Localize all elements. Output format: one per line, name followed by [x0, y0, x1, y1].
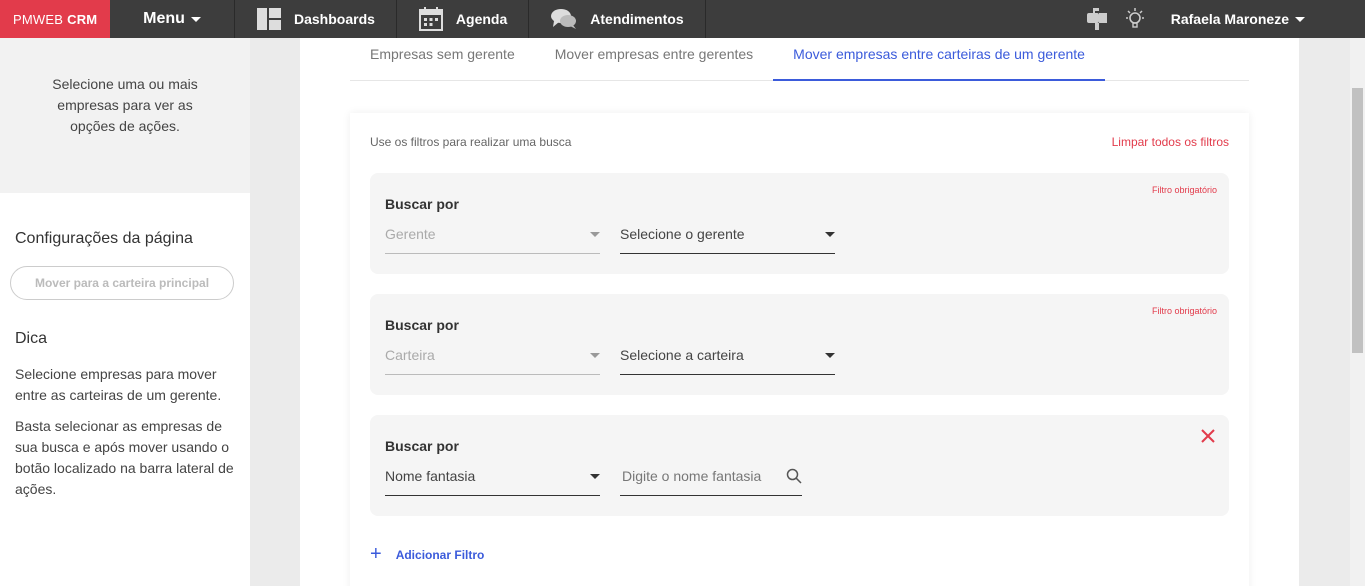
- top-right-area: Rafaela Maroneze: [1073, 0, 1365, 38]
- mailbox-icon[interactable]: [1083, 5, 1111, 33]
- field-select-gerente[interactable]: Gerente: [385, 220, 600, 254]
- top-bar: PMWEB CRM Menu Dashboards Agenda Atendim…: [0, 0, 1365, 38]
- page-config-title: Configurações da página: [15, 230, 193, 247]
- nav-atendimentos-label: Atendimentos: [590, 11, 684, 27]
- clear-filters-link[interactable]: Limpar todos os filtros: [1112, 135, 1229, 149]
- scrollbar-thumb[interactable]: [1352, 88, 1363, 353]
- user-menu[interactable]: Rafaela Maroneze: [1171, 11, 1305, 27]
- dashboard-icon: [257, 8, 281, 30]
- move-to-main-wallet-button[interactable]: Mover para a carteira principal: [10, 266, 234, 300]
- gerente-select[interactable]: Selecione o gerente: [620, 220, 835, 254]
- user-name: Rafaela Maroneze: [1170, 11, 1289, 27]
- plus-icon: +: [370, 543, 382, 565]
- required-filter-note: Filtro obrigatório: [1151, 306, 1217, 316]
- tip-paragraph-2: Basta selecionar as empresas de sua busc…: [15, 418, 234, 497]
- filter-box-nome-fantasia: Buscar por Nome fantasia Digite o nome f…: [370, 415, 1229, 516]
- filter-box-carteira: Buscar por Filtro obrigatório Carteira S…: [370, 294, 1229, 395]
- carteira-select[interactable]: Selecione a carteira: [620, 341, 835, 375]
- filter-box-gerente: Buscar por Filtro obrigatório Gerente Se…: [370, 173, 1229, 274]
- search-by-label: Buscar por: [385, 317, 459, 333]
- field-select-carteira[interactable]: Carteira: [385, 341, 600, 375]
- menu-button[interactable]: Menu: [110, 0, 235, 38]
- nome-fantasia-input[interactable]: Digite o nome fantasia: [620, 462, 802, 496]
- brand-logo[interactable]: PMWEB CRM: [0, 0, 110, 38]
- nav-atendimentos[interactable]: Atendimentos: [529, 0, 706, 38]
- field-select-value: Carteira: [385, 346, 435, 363]
- nav-agenda-label: Agenda: [455, 11, 508, 27]
- calendar-icon: [418, 7, 443, 31]
- nome-fantasia-placeholder: Digite o nome fantasia: [622, 467, 762, 484]
- tab-mover-entre-gerentes[interactable]: Mover empresas entre gerentes: [535, 38, 773, 80]
- dropdown-arrow-icon: [590, 232, 600, 237]
- chevron-down-icon: [190, 16, 201, 22]
- tip-title: Dica: [15, 330, 48, 347]
- tip-paragraph-1: Selecione empresas para mover entre as c…: [15, 366, 222, 403]
- field-select-value: Gerente: [385, 225, 436, 242]
- page-config-section: Configurações da página Mover para a car…: [0, 230, 250, 500]
- lightbulb-icon[interactable]: [1121, 5, 1149, 33]
- carteira-select-value: Selecione a carteira: [620, 346, 744, 363]
- dropdown-arrow-icon: [590, 474, 600, 479]
- chat-icon: [551, 8, 577, 30]
- search-by-label: Buscar por: [385, 438, 459, 454]
- nav-dashboards[interactable]: Dashboards: [235, 0, 397, 38]
- actions-sidebar: Selecione uma ou mais empresas para ver …: [0, 38, 250, 586]
- menu-label: Menu: [143, 10, 185, 27]
- add-filter-button[interactable]: + Adicionar Filtro: [370, 543, 484, 566]
- gerente-select-value: Selecione o gerente: [620, 225, 745, 242]
- add-filter-label: Adicionar Filtro: [395, 547, 485, 562]
- brand-suffix: CRM: [67, 11, 98, 27]
- tab-mover-entre-carteiras[interactable]: Mover empresas entre carteiras de um ger…: [773, 38, 1105, 81]
- nav-dashboards-label: Dashboards: [294, 11, 375, 27]
- dropdown-arrow-icon: [825, 353, 835, 358]
- search-by-label: Buscar por: [385, 196, 459, 212]
- tab-bar: Empresas sem gerente Mover empresas entr…: [350, 38, 1249, 81]
- nav-agenda[interactable]: Agenda: [397, 0, 530, 38]
- required-filter-note: Filtro obrigatório: [1151, 185, 1217, 195]
- search-icon[interactable]: [786, 468, 802, 484]
- brand-prefix: PMWEB: [13, 11, 64, 27]
- dropdown-arrow-icon: [825, 232, 835, 237]
- selection-info: Selecione uma ou mais empresas para ver …: [0, 38, 250, 193]
- tab-empresas-sem-gerente[interactable]: Empresas sem gerente: [350, 38, 535, 80]
- field-select-nome-fantasia[interactable]: Nome fantasia: [385, 462, 600, 496]
- main-panel: Empresas sem gerente Mover empresas entr…: [300, 38, 1299, 586]
- field-select-value: Nome fantasia: [385, 467, 476, 484]
- close-icon[interactable]: [1199, 427, 1217, 445]
- dropdown-arrow-icon: [590, 353, 600, 358]
- chevron-down-icon: [1295, 16, 1305, 22]
- filter-hint: Use os filtros para realizar uma busca: [370, 135, 572, 149]
- filter-card: Use os filtros para realizar uma busca L…: [350, 113, 1249, 586]
- page-scrollbar[interactable]: [1350, 38, 1365, 586]
